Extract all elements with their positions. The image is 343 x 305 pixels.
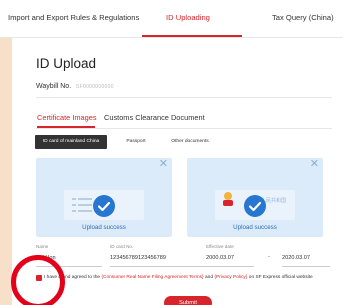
privacy-policy-link[interactable]: {Privacy Policy} <box>214 275 247 280</box>
agreement-text: I have d and agreed to the {Consumer Rea… <box>44 274 340 281</box>
subtab-certificate-images[interactable]: Certificate Images <box>37 113 97 122</box>
id-upload-card: ID Upload Waybill No. SF0000000000 Certi… <box>12 38 343 305</box>
agreement-part3: on SF Express official website <box>248 275 313 280</box>
upload-status: Upload success <box>82 224 126 231</box>
close-icon[interactable]: ✕ <box>310 159 319 170</box>
name-field[interactable]: Zhi Hon <box>36 255 56 261</box>
page-title: ID Upload <box>36 56 97 71</box>
terms-link[interactable]: {Consumer Real Name Filing Agreement Ter… <box>101 275 203 280</box>
divider <box>282 266 330 267</box>
agreement-part2: d and agreed to the <box>58 275 101 280</box>
active-tab-indicator <box>142 35 242 37</box>
emblem-icon <box>221 190 235 208</box>
agreement-part1: I have <box>44 275 58 280</box>
date-start-field[interactable]: 2000.03.07 <box>206 255 234 261</box>
name-label: Name <box>36 244 49 249</box>
divider <box>36 97 332 98</box>
tab-tax-query[interactable]: Tax Query (China) <box>272 13 334 22</box>
doc-type-other-button[interactable]: Other documents <box>164 135 216 149</box>
upload-status: Upload success <box>233 224 277 231</box>
id-number-field[interactable]: 123456789123456789 <box>110 255 166 261</box>
doc-type-passport-button[interactable]: Passport <box>118 135 154 149</box>
id-back-upload[interactable]: ✕ 中华人民共和国 Upload success <box>187 158 323 237</box>
divider <box>36 128 332 129</box>
effective-date-label: Effective date <box>206 244 234 249</box>
subtab-customs-clearance[interactable]: Customs Clearance Document <box>104 113 205 122</box>
checkbox-checked-icon[interactable] <box>36 275 42 281</box>
date-end-field[interactable]: 2020.03.07 <box>282 255 310 261</box>
waybill-number: SF0000000000 <box>76 84 114 90</box>
divider <box>110 266 208 267</box>
doc-type-mainland-id-button[interactable]: ID card of mainland China <box>35 135 107 149</box>
check-circle-icon <box>244 195 266 217</box>
waybill-label: Waybill No. <box>36 83 72 90</box>
close-icon[interactable]: ✕ <box>159 159 168 170</box>
id-number-label: ID card No. <box>110 244 134 249</box>
tab-import-export-rules[interactable]: Import and Export Rules & Regulations <box>8 13 139 22</box>
date-separator: - <box>268 254 270 260</box>
divider <box>206 266 254 267</box>
submit-button[interactable]: Submit <box>164 296 212 305</box>
id-front-upload[interactable]: ✕ Upload success <box>36 158 172 237</box>
agreement-and: and <box>205 275 214 280</box>
tab-id-uploading[interactable]: ID Uploading <box>166 13 210 22</box>
check-circle-icon <box>93 195 115 217</box>
divider <box>36 266 102 267</box>
top-nav: Import and Export Rules & Regulations ID… <box>0 0 343 38</box>
